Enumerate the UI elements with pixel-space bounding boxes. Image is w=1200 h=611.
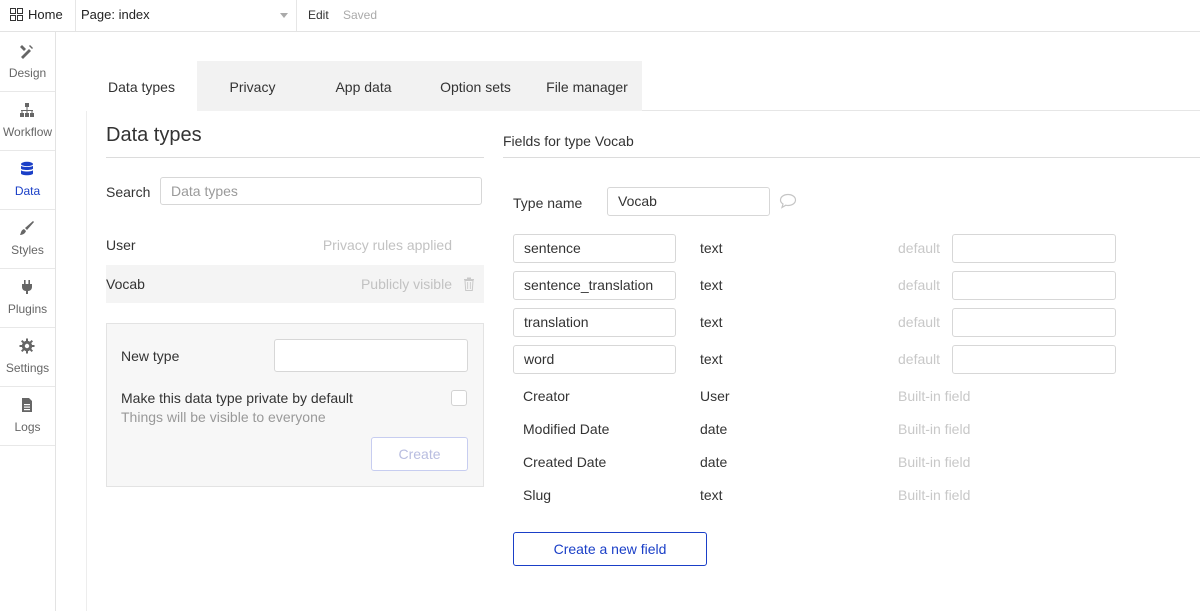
private-default-checkbox[interactable] (451, 390, 467, 406)
divider (106, 157, 484, 158)
home-label: Home (28, 7, 63, 22)
list-item-vocab[interactable]: Vocab Publicly visible (106, 265, 484, 303)
plug-icon (22, 280, 32, 294)
sidebar-item-label: Workflow (2, 125, 53, 139)
builtin-field-name: Created Date (523, 454, 607, 470)
create-new-field-button[interactable]: Create a new field (513, 532, 707, 566)
tab-option-sets[interactable]: Option sets (419, 61, 532, 111)
type-name: User (106, 237, 136, 253)
divider (503, 157, 1200, 158)
sidebar-item-label: Styles (11, 243, 44, 257)
document-icon (22, 398, 32, 412)
home-button[interactable]: Home (10, 7, 63, 22)
sidebar-item-settings[interactable]: Settings (0, 327, 55, 387)
field-type[interactable]: text (700, 277, 723, 293)
sidebar-item-design[interactable]: Design (0, 32, 55, 92)
sidebar-item-label: Plugins (7, 302, 48, 316)
sidebar-item-workflow[interactable]: Workflow (0, 91, 55, 151)
field-type[interactable]: text (700, 351, 723, 367)
type-name-input[interactable]: Vocab (607, 187, 770, 216)
builtin-field-type: text (700, 487, 723, 503)
private-default-label: Make this data type private by default (121, 390, 353, 406)
private-default-hint: Things will be visible to everyone (121, 409, 326, 425)
builtin-field-name: Creator (523, 388, 570, 404)
builtin-field-name: Modified Date (523, 421, 610, 437)
field-default-label: default (898, 351, 941, 367)
builtin-field-type: date (700, 454, 728, 470)
save-status: Saved (343, 8, 378, 22)
new-type-label: New type (121, 348, 180, 364)
chevron-down-icon (280, 13, 288, 18)
field-default-input[interactable] (952, 308, 1116, 337)
field-name-input[interactable]: sentence (513, 234, 676, 263)
tab-app-data[interactable]: App data (308, 61, 419, 111)
sidebar-item-logs[interactable]: Logs (0, 386, 55, 446)
type-status: Privacy rules applied (322, 237, 452, 253)
builtin-field-type: User (700, 388, 730, 404)
tab-data-types[interactable]: Data types (86, 61, 197, 111)
field-default-input[interactable] (952, 345, 1116, 374)
search-input[interactable] (160, 177, 482, 205)
fields-title: Fields for type Vocab (503, 133, 634, 149)
create-button[interactable]: Create (371, 437, 468, 471)
top-bar: Home Page: index Edit Saved (0, 0, 1200, 32)
builtin-field-type: date (700, 421, 728, 437)
sidebar-item-plugins[interactable]: Plugins (0, 268, 55, 328)
page-selector[interactable]: Page: index (75, 0, 297, 31)
field-default-label: default (898, 314, 941, 330)
builtin-field-note: Built-in field (898, 487, 971, 503)
sidebar: Design Workflow Data Styles Plugins Sett… (0, 32, 56, 611)
search-label: Search (106, 184, 151, 200)
field-name-input[interactable]: sentence_translation (513, 271, 676, 300)
type-status: Publicly visible (360, 276, 452, 292)
panel-border (86, 111, 87, 611)
field-name-input[interactable]: word (513, 345, 676, 374)
edit-menu[interactable]: Edit (308, 8, 329, 22)
sidebar-item-styles[interactable]: Styles (0, 209, 55, 269)
type-name-label: Type name (513, 195, 583, 211)
list-item-user[interactable]: User Privacy rules applied (106, 226, 484, 264)
type-name: Vocab (106, 276, 145, 292)
database-icon (21, 161, 33, 176)
sidebar-item-label: Settings (5, 361, 50, 375)
workflow-icon (20, 103, 34, 117)
tab-file-manager[interactable]: File manager (532, 61, 642, 111)
page-title: Data types (106, 124, 202, 146)
field-default-label: default (898, 240, 941, 256)
field-default-input[interactable] (952, 271, 1116, 300)
trash-icon[interactable] (463, 277, 475, 291)
gear-icon (19, 338, 35, 354)
design-icon (20, 45, 33, 59)
tab-divider (642, 110, 1200, 111)
sidebar-item-label: Data (14, 184, 41, 198)
new-type-input[interactable] (274, 339, 468, 372)
builtin-field-note: Built-in field (898, 421, 971, 437)
field-default-input[interactable] (952, 234, 1116, 263)
grid-icon (10, 8, 23, 21)
comment-icon[interactable] (779, 193, 797, 209)
tab-privacy[interactable]: Privacy (197, 61, 308, 111)
page-selector-label: Page: index (81, 7, 150, 22)
field-name-input[interactable]: translation (513, 308, 676, 337)
brush-icon (20, 221, 34, 235)
sidebar-item-data[interactable]: Data (0, 150, 55, 210)
sidebar-item-label: Design (8, 66, 47, 80)
sidebar-item-label: Logs (14, 420, 41, 434)
builtin-field-name: Slug (523, 487, 552, 503)
field-default-label: default (898, 277, 941, 293)
field-type[interactable]: text (700, 314, 723, 330)
builtin-field-note: Built-in field (898, 388, 971, 404)
builtin-field-note: Built-in field (898, 454, 971, 470)
field-type[interactable]: text (700, 240, 723, 256)
